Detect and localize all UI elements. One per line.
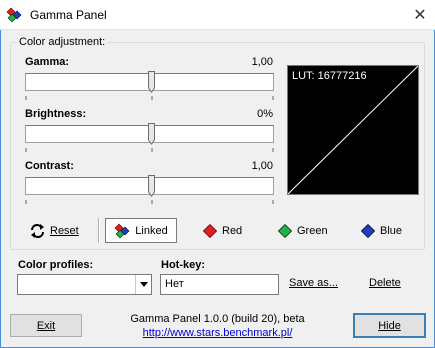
blue-button[interactable]: Blue [361,224,402,238]
red-button[interactable]: Red [203,224,242,238]
toolbar-separator [98,218,100,243]
color-adjustment-title: Color adjustment: [17,36,108,48]
contrast-slider-ticks [25,200,274,204]
hide-button[interactable]: Hide [353,313,426,338]
green-button[interactable]: Green [278,224,328,238]
brightness-slider-ticks [25,148,274,152]
linked-label: Linked [135,224,168,237]
red-diamond-icon [203,224,217,238]
rgb-linked-icon [114,223,130,239]
blue-diamond-icon [361,224,375,238]
lut-count: LUT: 16777216 [292,70,367,82]
linked-button[interactable]: Linked [105,218,177,243]
app-icon [6,7,22,23]
contrast-value: 1,00 [251,160,273,172]
homepage-link[interactable]: http://www.stars.benchmark.pl/ [143,327,293,339]
window-title: Gamma Panel [30,8,107,22]
title-bar: Gamma Panel ✕ [0,0,435,30]
color-profiles-select[interactable] [17,274,152,295]
chevron-down-icon[interactable] [135,275,151,294]
gamma-value: 1,00 [251,56,273,68]
close-icon[interactable]: ✕ [405,0,435,30]
blue-label: Blue [380,225,403,237]
save-as-button[interactable]: Save as... [289,277,338,289]
hotkey-input[interactable]: Нет [160,274,279,295]
red-label: Red [222,225,243,237]
contrast-label: Contrast: [25,160,74,172]
color-profiles-label: Color profiles: [18,259,94,271]
gamma-label: Gamma: [25,56,70,68]
reset-label: Reset [50,225,79,237]
reset-button[interactable]: Reset [30,224,79,238]
brightness-label: Brightness: [25,108,87,120]
lut-curve [288,66,418,194]
brightness-slider-thumb[interactable] [148,123,155,145]
delete-button[interactable]: Delete [369,277,401,289]
gamma-slider-thumb[interactable] [148,71,155,93]
contrast-slider-thumb[interactable] [148,175,155,197]
reset-icon [30,224,45,238]
hide-label: Hide [378,319,401,332]
hotkey-label: Hot-key: [161,259,206,271]
brightness-value: 0% [257,108,273,120]
green-label: Green [297,225,328,237]
green-diamond-icon [278,224,292,238]
lut-preview: LUT: 16777216 [287,65,419,195]
gamma-slider-ticks [25,96,274,100]
